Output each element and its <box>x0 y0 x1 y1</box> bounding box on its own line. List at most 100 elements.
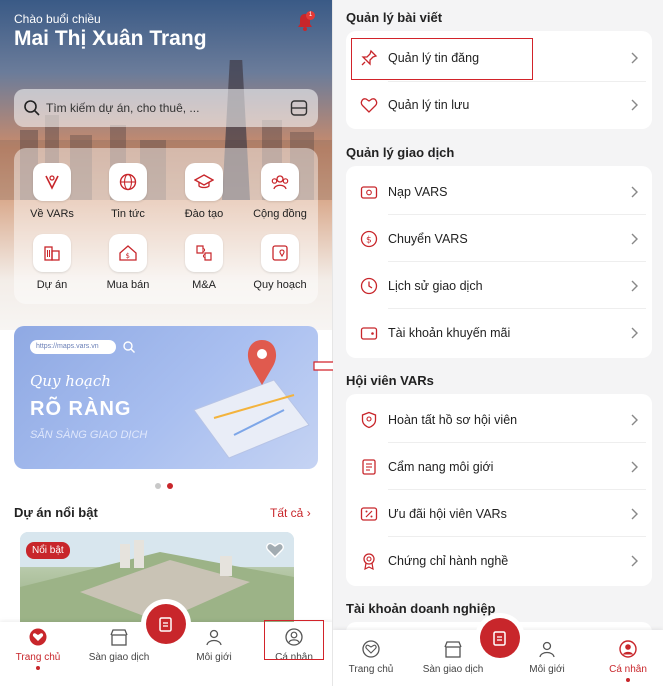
tab-label: Sàn giao dịch <box>422 664 484 675</box>
chevron-right-icon <box>631 555 638 567</box>
tab-home[interactable]: Trang chủ <box>14 628 62 670</box>
history-icon <box>360 277 378 295</box>
search-placeholder: Tìm kiếm dự án, cho thuê, ... <box>46 101 200 115</box>
market-icon <box>110 629 128 646</box>
chevron-right-icon <box>631 280 638 292</box>
menu-row-license[interactable]: Chứng chỉ hành nghề <box>346 538 652 584</box>
map-pin-icon <box>272 245 288 261</box>
chevron-right-icon <box>631 186 638 198</box>
home-screen: Chào buổi chiều Mai Thị Xuân Trang 1 Tìm… <box>0 0 333 686</box>
handbook-icon <box>362 459 376 475</box>
search-icon <box>123 341 135 353</box>
community-icon <box>271 175 289 190</box>
map-illustration <box>193 340 310 459</box>
scan-icon[interactable] <box>290 99 308 117</box>
member-badge-icon <box>361 411 377 429</box>
search-icon <box>24 100 40 116</box>
market-icon <box>444 641 462 658</box>
menu-item-buy-sell[interactable]: $ Mua bán <box>90 234 166 291</box>
active-indicator <box>626 678 630 682</box>
tab-home[interactable]: Trang chủ <box>345 640 397 675</box>
chevron-right-icon <box>631 327 638 339</box>
tab-label: Sàn giao dịch <box>88 652 150 663</box>
divider <box>388 442 646 443</box>
promo-banner[interactable]: https://maps.vars.vn Quy hoạch RÕ RÀNG S… <box>14 326 318 469</box>
menu-item-training[interactable]: Đào tạo <box>166 163 242 220</box>
divider <box>388 536 646 537</box>
banner-url: https://maps.vars.vn <box>30 340 116 354</box>
graduation-cap-icon <box>194 174 214 189</box>
chevron-right-icon <box>631 52 638 64</box>
divider <box>388 308 646 309</box>
menu-item-planning[interactable]: Quy hoạch <box>242 234 318 291</box>
menu-item-community[interactable]: Cộng đồng <box>242 163 318 220</box>
menu-row-saved-listings[interactable]: Quản lý tin lưu <box>346 82 652 128</box>
tab-label: Môi giới <box>196 652 232 663</box>
create-post-button[interactable] <box>480 618 520 658</box>
see-all-label: Tất cả <box>270 506 304 520</box>
menu-item-ma[interactable]: M&A <box>166 234 242 291</box>
edit-note-icon <box>159 617 172 632</box>
tab-broker[interactable]: Môi giới <box>192 628 236 663</box>
svg-text:$: $ <box>126 252 130 260</box>
carousel-dots <box>155 476 179 494</box>
greeting-text: Chào buổi chiều <box>14 12 101 26</box>
divider <box>388 261 646 262</box>
chevron-right-icon <box>631 508 638 520</box>
heart-icon <box>360 98 378 113</box>
tab-label: Môi giới <box>529 664 565 675</box>
heart-icon[interactable] <box>266 542 284 558</box>
puzzle-icon <box>196 245 212 261</box>
menu-row-transfer[interactable]: $ Chuyển VARS <box>346 216 652 262</box>
section-title-transactions: Quản lý giao dịch <box>346 145 455 160</box>
search-bar[interactable]: Tìm kiếm dự án, cho thuê, ... <box>14 89 318 127</box>
certificate-icon <box>363 553 375 570</box>
tab-label: Trang chủ <box>15 652 61 663</box>
menu-item-projects[interactable]: Dự án <box>14 234 90 291</box>
bottom-tab-bar: Trang chủ Sàn giao dịch Môi giới Cá nhân <box>333 618 663 686</box>
row-label: Quản lý tin lưu <box>388 98 470 112</box>
featured-badge: Nổi bật <box>26 542 70 559</box>
menu-row-topup[interactable]: Nạp VARS <box>346 169 652 215</box>
menu-item-vars[interactable]: Về VARs <box>14 163 90 220</box>
highlight-profile-tab <box>264 620 324 660</box>
banner-headline: RÕ RÀNG <box>30 398 132 420</box>
menu-row-broker-handbook[interactable]: Cẩm nang môi giới <box>346 444 652 490</box>
menu-label: M&A <box>192 279 216 291</box>
row-label: Tài khoản khuyến mãi <box>388 326 511 340</box>
broker-icon <box>206 629 222 646</box>
row-label: Lịch sử giao dịch <box>388 279 483 293</box>
menu-row-promo-account[interactable]: Tài khoản khuyến mãi <box>346 310 652 356</box>
menu-label: Dự án <box>36 279 68 291</box>
buildings-icon <box>44 246 60 261</box>
menu-row-history[interactable]: Lịch sử giao dịch <box>346 263 652 309</box>
carousel-dot[interactable] <box>155 483 161 489</box>
row-label: Chuyển VARS <box>388 232 468 246</box>
row-label: Chứng chỉ hành nghề <box>388 554 509 568</box>
carousel-dot-active[interactable] <box>167 483 173 489</box>
featured-title: Dự án nổi bật <box>14 505 98 520</box>
home-icon <box>362 640 380 658</box>
menu-row-complete-profile[interactable]: Hoàn tất hồ sơ hội viên <box>346 397 652 443</box>
svg-text:$: $ <box>366 236 372 246</box>
menu-row-member-offers[interactable]: Ưu đãi hội viên VARs <box>346 491 652 537</box>
active-indicator <box>36 666 40 670</box>
menu-item-news[interactable]: Tin tức <box>90 163 166 220</box>
tab-label: Trang chủ <box>348 664 394 675</box>
tab-market[interactable]: Sàn giao dịch <box>417 640 489 675</box>
edit-note-icon <box>493 631 506 646</box>
profile-screen: Quản lý bài viết Quản lý tin đăng Quản l… <box>333 0 663 686</box>
menu-label: Mua bán <box>106 279 150 291</box>
tab-market[interactable]: Sàn giao dịch <box>84 628 154 663</box>
menu-label: Về VARs <box>30 208 74 220</box>
chevron-right-icon <box>631 461 638 473</box>
user-name: Mai Thị Xuân Trang <box>14 27 207 50</box>
row-label: Hoàn tất hồ sơ hội viên <box>388 413 518 427</box>
tab-profile[interactable]: Cá nhân <box>603 640 653 682</box>
tab-broker[interactable]: Môi giới <box>525 640 569 675</box>
see-all-link[interactable]: Tất cả › <box>270 506 311 520</box>
banner-subline: SẴN SÀNG GIAO DỊCH <box>30 429 148 441</box>
create-post-button[interactable] <box>146 604 186 644</box>
notification-badge: 1 <box>306 11 315 20</box>
chevron-right-icon <box>631 414 638 426</box>
